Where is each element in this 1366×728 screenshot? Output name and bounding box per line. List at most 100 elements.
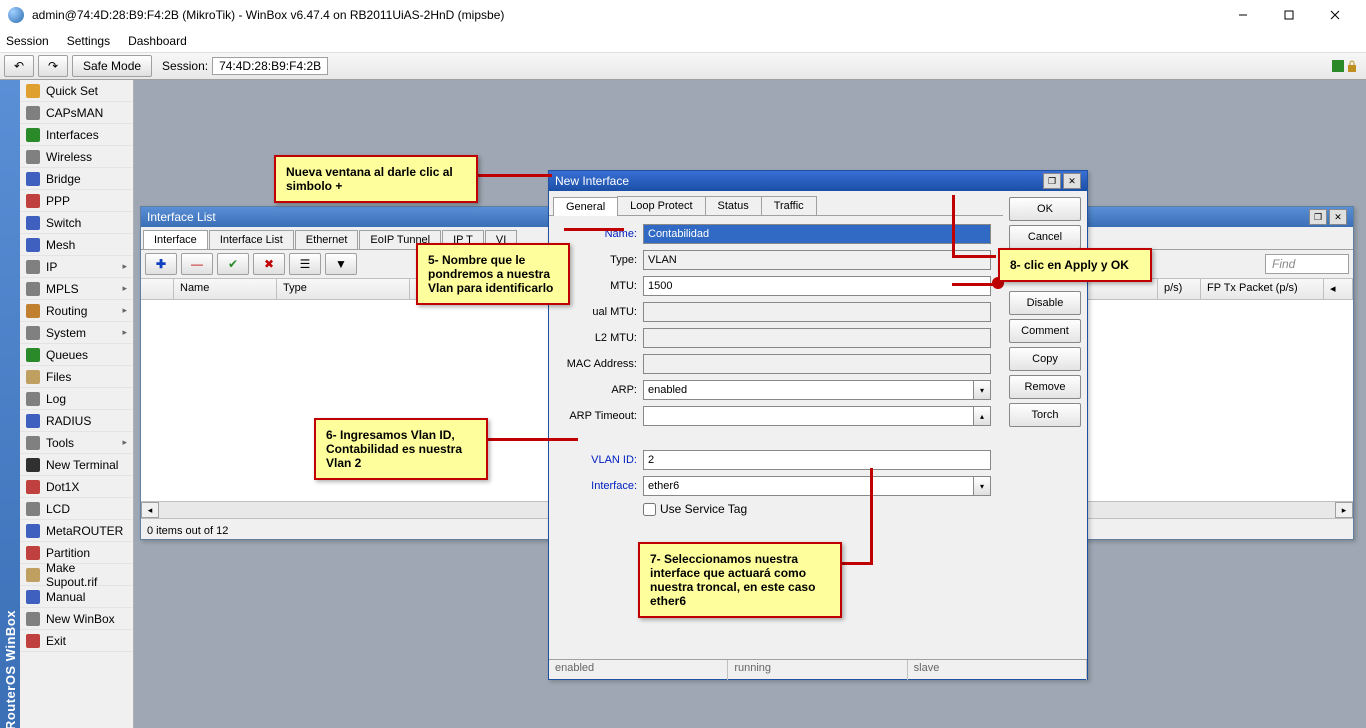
window-close-button[interactable]: ✕ [1329,209,1347,225]
sidebar-item-radius[interactable]: RADIUS [20,410,133,432]
sidebar-item-label: Manual [46,590,85,604]
add-button[interactable]: ✚ [145,253,177,275]
sidebar-item-new-terminal[interactable]: New Terminal [20,454,133,476]
interface-select[interactable]: ether6 [643,476,974,496]
col-name[interactable]: Name [174,279,277,299]
remove-button[interactable]: Remove [1009,375,1081,399]
system-icon [26,326,40,340]
sidebar-item-label: RADIUS [46,414,91,428]
sidebar-item-exit[interactable]: Exit [20,630,133,652]
tab-ethernet[interactable]: Ethernet [295,230,359,249]
tab-traffic[interactable]: Traffic [761,196,817,215]
sidebar-item-queues[interactable]: Queues [20,344,133,366]
window-restore-button[interactable]: ❐ [1309,209,1327,225]
chevron-right-icon: ▸ [122,437,127,448]
sidebar-item-label: Routing [46,304,87,318]
col-ps[interactable]: p/s) [1158,279,1201,299]
actual-mtu-value [643,302,991,322]
menu-dashboard[interactable]: Dashboard [128,34,187,48]
sidebar-item-routing[interactable]: Routing▸ [20,300,133,322]
chevron-right-icon: ▸ [122,283,127,294]
menu-session[interactable]: Session [6,34,49,48]
window-close-button[interactable]: ✕ [1063,173,1081,189]
close-button[interactable] [1312,0,1358,30]
cancel-button[interactable]: Cancel [1009,225,1081,249]
safe-mode-button[interactable]: Safe Mode [72,55,152,77]
sidebar-item-wireless[interactable]: Wireless [20,146,133,168]
chevron-right-icon: ▸ [122,327,127,338]
remove-button[interactable]: — [181,253,213,275]
tab-interface[interactable]: Interface [143,230,208,249]
sidebar-item-switch[interactable]: Switch [20,212,133,234]
arp-select[interactable]: enabled [643,380,974,400]
use-service-tag-checkbox[interactable] [643,503,656,516]
window-title: admin@74:4D:28:B9:F4:2B (MikroTik) - Win… [32,8,1220,22]
routing-icon [26,304,40,318]
sidebar-item-dot1x[interactable]: Dot1X [20,476,133,498]
sidebar-item-interfaces[interactable]: Interfaces [20,124,133,146]
tab-loop-protect[interactable]: Loop Protect [617,196,705,215]
interface-dropdown-icon[interactable]: ▾ [974,476,991,496]
window-restore-button[interactable]: ❐ [1043,173,1061,189]
disable-button[interactable]: ✖ [253,253,285,275]
sidebar-item-make-supout-rif[interactable]: Make Supout.rif [20,564,133,586]
sidebar-item-label: Log [46,392,66,406]
sidebar-item-label: Mesh [46,238,75,252]
sidebar-item-manual[interactable]: Manual [20,586,133,608]
arp-dropdown-icon[interactable]: ▾ [974,380,991,400]
sidebar-item-capsman[interactable]: CAPsMAN [20,102,133,124]
sidebar-item-new-winbox[interactable]: New WinBox [20,608,133,630]
tab-general[interactable]: General [553,197,618,216]
disable-button[interactable]: Disable [1009,291,1081,315]
sidebar-item-log[interactable]: Log [20,388,133,410]
arp-timeout-input[interactable] [643,406,974,426]
sidebar-item-ip[interactable]: IP▸ [20,256,133,278]
new-interface-titlebar[interactable]: New Interface ❐ ✕ [549,171,1087,191]
arp-label: ARP: [553,384,643,396]
new-interface-statusbar: enabledrunningslave [549,659,1087,680]
sidebar-item-label: Dot1X [46,480,79,494]
maximize-button[interactable] [1266,0,1312,30]
col-type[interactable]: Type [277,279,410,299]
queues-icon [26,348,40,362]
minimize-button[interactable] [1220,0,1266,30]
sidebar-item-metarouter[interactable]: MetaROUTER [20,520,133,542]
ok-button[interactable]: OK [1009,197,1081,221]
arp-timeout-stepper-icon[interactable]: ▴ [974,406,991,426]
l2mtu-value [643,328,991,348]
sidebar-item-quick-set[interactable]: Quick Set [20,80,133,102]
copy-button[interactable]: Copy [1009,347,1081,371]
lcd-icon [26,502,40,516]
actual-mtu-label: ual MTU: [553,306,643,318]
name-input[interactable]: Contabilidad [643,224,991,244]
sidebar-item-ppp[interactable]: PPP [20,190,133,212]
sidebar-item-tools[interactable]: Tools▸ [20,432,133,454]
torch-button[interactable]: Torch [1009,403,1081,427]
comment-button[interactable]: ☰ [289,253,321,275]
menu-settings[interactable]: Settings [67,34,110,48]
sidebar-item-system[interactable]: System▸ [20,322,133,344]
ppp-icon [26,194,40,208]
enable-button[interactable]: ✔ [217,253,249,275]
col-fptx[interactable]: FP Tx Packet (p/s) [1201,279,1324,299]
filter-button[interactable]: ▼ [325,253,357,275]
comment-button[interactable]: Comment [1009,319,1081,343]
vlan-id-input[interactable]: 2 [643,450,991,470]
sidebar-item-mesh[interactable]: Mesh [20,234,133,256]
tab-interface-list[interactable]: Interface List [209,230,294,249]
tab-status[interactable]: Status [705,196,762,215]
sidebar-item-label: MetaROUTER [46,524,123,538]
callout-interface: 7- Seleccionamos nuestra interface que a… [638,542,842,618]
sidebar-item-mpls[interactable]: MPLS ▸ [20,278,133,300]
sidebar-item-lcd[interactable]: LCD [20,498,133,520]
sidebar-item-label: Wireless [46,150,92,164]
mtu-input[interactable]: 1500 [643,276,991,296]
metarouter-icon [26,524,40,538]
redo-button[interactable]: ↷ [38,55,68,77]
sidebar-item-label: MPLS [46,282,79,296]
sidebar-item-bridge[interactable]: Bridge [20,168,133,190]
find-input[interactable]: Find [1265,254,1349,274]
sidebar-item-files[interactable]: Files [20,366,133,388]
undo-button[interactable]: ↶ [4,55,34,77]
sidebar-item-label: LCD [46,502,70,516]
